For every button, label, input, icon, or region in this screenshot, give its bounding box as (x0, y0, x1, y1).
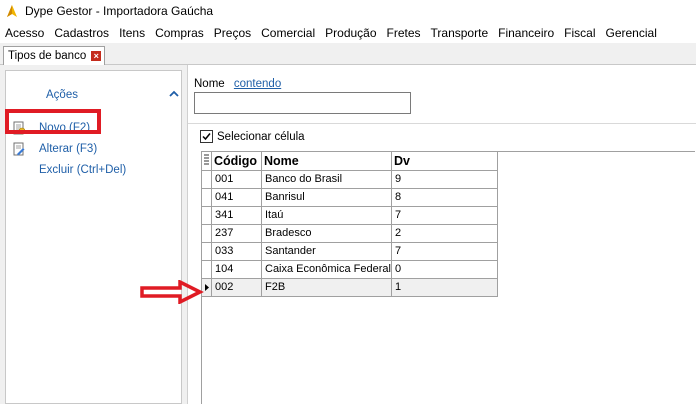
menu-transporte[interactable]: Transporte (426, 26, 494, 40)
menu-compras[interactable]: Compras (150, 26, 209, 40)
actions-header[interactable]: Ações (6, 84, 181, 102)
cell-nome[interactable]: F2B (261, 278, 392, 297)
menu-precos[interactable]: Preços (209, 26, 256, 40)
cell-dv[interactable]: 1 (391, 278, 498, 297)
column-header-nome[interactable]: Nome (261, 152, 392, 171)
menu-fiscal[interactable]: Fiscal (559, 26, 600, 40)
menu-acesso[interactable]: Acesso (0, 26, 49, 40)
banks-table: Código Nome Dv 001 Banco do Brasil 9 041… (202, 152, 498, 297)
current-row-triangle-icon (204, 283, 209, 291)
cell-nome[interactable]: Banrisul (261, 188, 392, 207)
cell-dv[interactable]: 2 (391, 224, 498, 243)
menu-financeiro[interactable]: Financeiro (493, 26, 559, 40)
cell-dv[interactable]: 8 (391, 188, 498, 207)
cell-codigo[interactable]: 041 (211, 188, 262, 207)
table-row[interactable]: 041 Banrisul 8 (202, 188, 498, 207)
cell-nome[interactable]: Bradesco (261, 224, 392, 243)
check-icon (202, 133, 211, 141)
filter-mode-link[interactable]: contendo (234, 78, 281, 90)
cell-codigo[interactable]: 001 (211, 170, 262, 189)
divider (188, 123, 696, 124)
row-indicator-header[interactable] (202, 152, 212, 171)
table-row[interactable]: 341 Itaú 7 (202, 206, 498, 225)
columns-menu-icon (204, 154, 209, 165)
table-row[interactable]: 237 Bradesco 2 (202, 224, 498, 243)
menu-gerencial[interactable]: Gerencial (601, 26, 662, 40)
cell-dv[interactable]: 7 (391, 206, 498, 225)
menu-producao[interactable]: Produção (320, 26, 381, 40)
annotation-highlight-box (5, 109, 101, 134)
cell-codigo[interactable]: 002 (211, 278, 262, 297)
select-cell-label: Selecionar célula (217, 130, 305, 143)
tab-tipos-de-banco[interactable]: Tipos de banco × (3, 46, 106, 65)
menu-cadastros[interactable]: Cadastros (49, 26, 114, 40)
cell-dv[interactable]: 0 (391, 260, 498, 279)
table-row[interactable]: 033 Santander 7 (202, 242, 498, 261)
cell-codigo[interactable]: 033 (211, 242, 262, 261)
window-title: Dype Gestor - Importadora Gaúcha (25, 4, 214, 18)
tab-label: Tipos de banco (8, 50, 87, 62)
close-icon[interactable]: × (91, 51, 102, 61)
menu-comercial[interactable]: Comercial (256, 26, 320, 40)
delete-button-label: Excluir (Ctrl+Del) (39, 164, 127, 176)
edit-button-label: Alterar (F3) (39, 143, 98, 155)
filter-label-row: Nome contendo (194, 78, 281, 90)
menu-itens[interactable]: Itens (114, 26, 150, 40)
name-filter-input[interactable] (194, 92, 411, 114)
column-header-dv[interactable]: Dv (391, 152, 498, 171)
actions-title: Ações (46, 89, 78, 101)
app-icon (7, 5, 17, 17)
cell-dv[interactable]: 7 (391, 242, 498, 261)
cell-codigo[interactable]: 104 (211, 260, 262, 279)
menu-bar: Acesso Cadastros Itens Compras Preços Co… (0, 22, 696, 43)
table-row[interactable]: 104 Caixa Econômica Federal 0 (202, 260, 498, 279)
cell-codigo[interactable]: 341 (211, 206, 262, 225)
filter-field-label: Nome (194, 78, 225, 90)
delete-button[interactable]: Excluir (Ctrl+Del) (12, 161, 126, 179)
table-header-row: Código Nome Dv (202, 152, 498, 171)
edit-button[interactable]: Alterar (F3) (12, 140, 97, 158)
chevron-up-icon[interactable] (169, 90, 179, 98)
cell-codigo[interactable]: 237 (211, 224, 262, 243)
title-bar: Dype Gestor - Importadora Gaúcha (0, 0, 696, 22)
column-header-codigo[interactable]: Código (211, 152, 262, 171)
cell-nome[interactable]: Banco do Brasil (261, 170, 392, 189)
table-row-selected[interactable]: 002 F2B 1 (202, 278, 498, 297)
select-cell-checkbox[interactable] (200, 130, 213, 143)
content-area: Nome contendo Selecionar célula Código N… (187, 65, 696, 404)
banks-grid[interactable]: Código Nome Dv 001 Banco do Brasil 9 041… (201, 151, 695, 404)
document-tab-bar: Tipos de banco × (0, 43, 696, 65)
cell-nome[interactable]: Santander (261, 242, 392, 261)
edit-document-icon (13, 142, 25, 156)
annotation-arrow-icon (140, 280, 204, 304)
cell-nome[interactable]: Itaú (261, 206, 392, 225)
menu-fretes[interactable]: Fretes (382, 26, 426, 40)
cell-nome[interactable]: Caixa Econômica Federal (261, 260, 392, 279)
select-cell-checkbox-row[interactable]: Selecionar célula (200, 130, 305, 143)
table-row[interactable]: 001 Banco do Brasil 9 (202, 170, 498, 189)
cell-dv[interactable]: 9 (391, 170, 498, 189)
